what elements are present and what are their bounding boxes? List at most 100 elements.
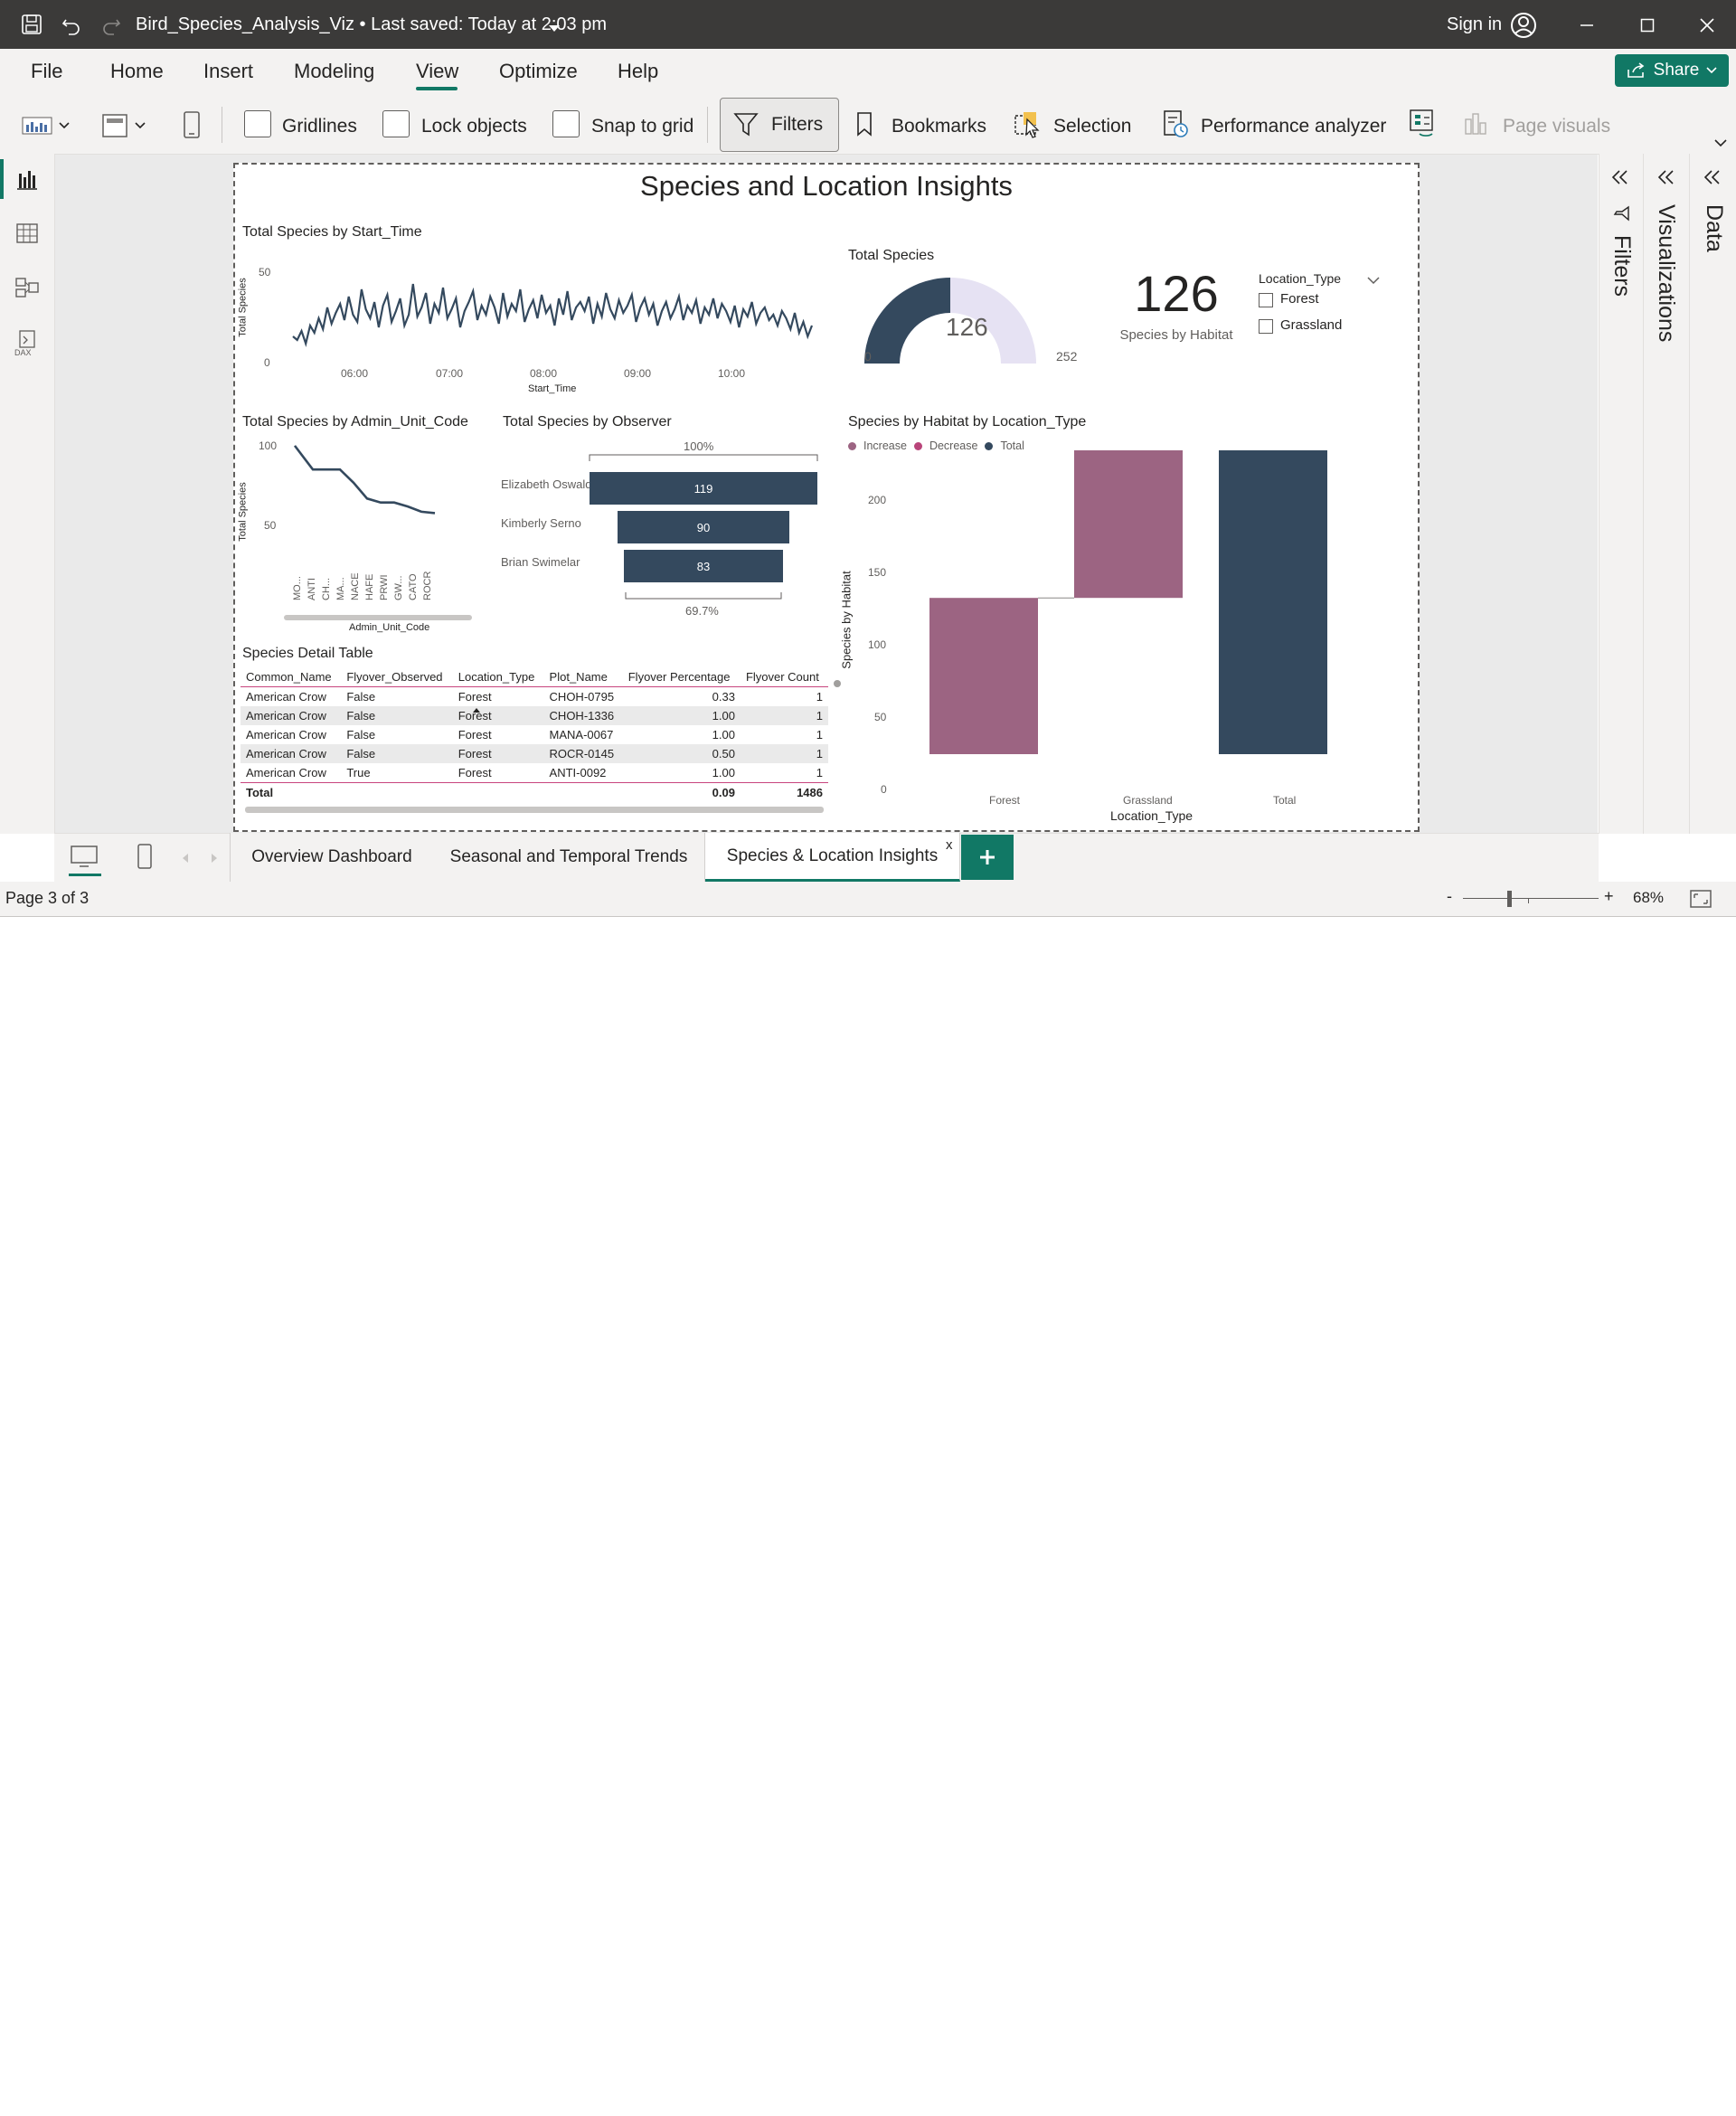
desktop-layout-icon[interactable] — [69, 845, 99, 874]
table-vertical-scrollbar[interactable] — [834, 680, 841, 687]
funnel-category-label: Brian Swimelar — [501, 555, 580, 569]
model-view-icon[interactable] — [14, 275, 40, 305]
undo-icon[interactable] — [60, 13, 83, 41]
performance-analyzer-button[interactable]: Performance analyzer — [1201, 116, 1386, 137]
bookmark-icon[interactable] — [854, 110, 875, 142]
waterfall-bar[interactable] — [1074, 450, 1183, 599]
start-time-line-visual[interactable]: Total Species by Start_Time Total Specie… — [238, 222, 830, 394]
close-tab-icon[interactable]: x — [946, 837, 953, 853]
fit-to-page-icon[interactable] — [1689, 889, 1712, 913]
visualizations-pane-label[interactable]: Visualizations — [1653, 204, 1679, 342]
report-title: Species and Location Insights — [640, 170, 1013, 202]
slicer-chevron-icon[interactable] — [1367, 273, 1380, 289]
column-header[interactable]: Flyover Percentage — [623, 667, 741, 687]
sync-slicers-icon[interactable] — [1407, 107, 1438, 144]
selection-button[interactable]: Selection — [1053, 116, 1131, 137]
mobile-layout-tab-icon[interactable] — [136, 843, 154, 876]
species-detail-table: Common_Name Flyover_Observed Location_Ty… — [241, 667, 828, 802]
total-species-gauge-visual[interactable]: Total Species 126 0 252 — [846, 248, 1101, 365]
close-icon[interactable] — [1680, 7, 1734, 43]
lock-objects-checkbox[interactable] — [382, 110, 410, 137]
snap-to-grid-checkbox[interactable] — [552, 110, 580, 137]
data-pane-collapsed[interactable]: Data — [1689, 154, 1736, 834]
save-icon[interactable] — [20, 13, 43, 41]
table-cell: American Crow — [246, 690, 326, 704]
menu-view[interactable]: View — [416, 60, 458, 83]
waterfall-bar[interactable] — [1219, 450, 1327, 754]
ribbon-expand-chevron-icon[interactable] — [1714, 136, 1727, 152]
waterfall-bar[interactable] — [929, 598, 1038, 754]
scroll-tabs-right-icon[interactable] — [210, 852, 219, 868]
forest-checkbox[interactable] — [1259, 293, 1273, 307]
menu-home[interactable]: Home — [110, 60, 164, 83]
zoom-in-button[interactable]: + — [1604, 887, 1614, 906]
observer-funnel-visual[interactable]: Total Species by Observer 100% Elizabeth… — [501, 414, 832, 640]
lock-objects-label[interactable]: Lock objects — [421, 116, 527, 137]
expand-visualizations-icon[interactable] — [1656, 168, 1676, 191]
zoom-percentage[interactable]: 68% — [1633, 889, 1664, 907]
bookmarks-button[interactable]: Bookmarks — [892, 116, 986, 137]
report-view-icon[interactable] — [14, 166, 40, 196]
slicer-option-grassland[interactable]: Grassland — [1280, 317, 1342, 333]
tab-seasonal-and-temporal-trends[interactable]: Seasonal and Temporal Trends — [433, 833, 705, 882]
sign-in-link[interactable]: Sign in — [1447, 14, 1502, 35]
grassland-checkbox[interactable] — [1259, 319, 1273, 334]
file-title[interactable]: Bird_Species_Analysis_Viz • Last saved: … — [136, 14, 607, 35]
filters-button[interactable]: Filters — [720, 98, 839, 152]
table-view-icon[interactable] — [14, 221, 40, 250]
tab-species-and-location-insights[interactable]: Species & Location Insights — [705, 833, 960, 882]
selection-icon[interactable] — [1013, 109, 1043, 144]
dax-query-view-icon[interactable]: DAX — [13, 329, 42, 361]
column-header[interactable]: Flyover_Observed — [341, 667, 452, 687]
page-view-icon[interactable] — [101, 112, 152, 144]
menu-modeling[interactable]: Modeling — [294, 60, 374, 83]
species-by-habitat-card[interactable]: 126 Species by Habitat — [1109, 264, 1244, 354]
table-cell: 1.00 — [712, 709, 735, 723]
admin-unit-line-visual[interactable]: Total Species by Admin_Unit_Code Total S… — [238, 414, 497, 640]
minimize-icon[interactable] — [1560, 7, 1614, 43]
zoom-slider-track[interactable] — [1463, 898, 1599, 899]
card-value: 126 — [1134, 265, 1219, 322]
slicer-option-forest[interactable]: Forest — [1280, 291, 1319, 307]
mobile-layout-icon[interactable] — [181, 110, 203, 144]
tab-overview-dashboard[interactable]: Overview Dashboard — [230, 833, 434, 882]
habitat-waterfall-visual[interactable]: Species by Habitat by Location_Type Incr… — [840, 414, 1416, 830]
title-dropdown-icon[interactable] — [548, 22, 561, 38]
menu-file[interactable]: File — [31, 60, 62, 83]
share-button[interactable]: Share — [1615, 54, 1729, 87]
table-horizontal-scrollbar[interactable] — [245, 807, 824, 813]
funnel-data-label: 83 — [696, 559, 711, 573]
filters-pane-collapsed[interactable]: Filters — [1599, 154, 1643, 834]
column-header[interactable]: Plot_Name — [544, 667, 623, 687]
menu-help[interactable]: Help — [618, 60, 658, 83]
species-detail-table-visual[interactable]: Species Detail Table Common_Name Flyover… — [241, 646, 841, 817]
table-cell: 0.50 — [712, 747, 735, 760]
expand-filters-icon[interactable] — [1610, 168, 1630, 191]
table-cell: Forest — [458, 690, 492, 704]
snap-to-grid-label[interactable]: Snap to grid — [591, 116, 693, 137]
account-icon[interactable] — [1510, 12, 1537, 43]
funnel-bar[interactable]: 83 — [624, 550, 783, 582]
expand-data-icon[interactable] — [1703, 168, 1722, 191]
data-pane-label[interactable]: Data — [1701, 204, 1727, 252]
funnel-bar[interactable]: 90 — [617, 511, 790, 543]
scroll-tabs-left-icon[interactable] — [181, 852, 190, 868]
column-header[interactable]: Common_Name — [241, 667, 341, 687]
zoom-slider-thumb[interactable] — [1507, 891, 1512, 907]
add-page-button[interactable] — [961, 835, 1014, 880]
zoom-out-button[interactable]: - — [1447, 887, 1452, 906]
gridlines-label[interactable]: Gridlines — [282, 116, 357, 137]
column-header[interactable]: Flyover Count — [741, 667, 828, 687]
gridlines-checkbox[interactable] — [244, 110, 271, 137]
menu-insert[interactable]: Insert — [203, 60, 253, 83]
maximize-icon[interactable] — [1620, 7, 1675, 43]
redo-icon[interactable] — [99, 13, 123, 41]
theme-gallery-icon[interactable] — [22, 114, 72, 142]
funnel-bar[interactable]: 119 — [590, 472, 817, 505]
visualizations-pane-collapsed[interactable]: Visualizations — [1643, 154, 1689, 834]
filters-pane-label[interactable]: Filters — [1609, 235, 1635, 297]
performance-analyzer-icon[interactable] — [1161, 109, 1190, 144]
menu-optimize[interactable]: Optimize — [499, 60, 578, 83]
column-header[interactable]: Location_Type — [453, 667, 544, 687]
horizontal-scrollbar[interactable] — [284, 615, 472, 620]
